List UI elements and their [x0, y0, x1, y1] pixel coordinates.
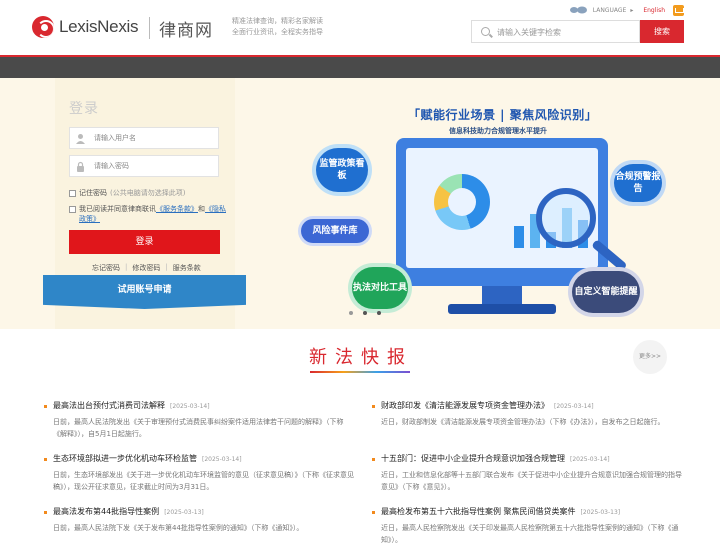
news-item-date: [2025-03-14] — [202, 456, 242, 463]
news-item[interactable]: 最高法发布第44批指导性案例 [2025-03-13] 日前，最高人民法院下发《关… — [44, 506, 354, 534]
language-arrow-icon: ▸ — [630, 7, 634, 14]
news-item-summary: 日前，生态环境部发出《关于进一步优化机动车环境监管的意见（征求意见稿）》（下称《… — [53, 471, 354, 491]
carousel-dots — [349, 311, 381, 315]
link-separator: | — [125, 263, 128, 271]
monitor-base — [448, 304, 556, 314]
logo-divider — [149, 17, 150, 39]
change-password-link[interactable]: 修改密码 — [132, 263, 160, 273]
bubble-compliance-report: 合规预警报告 — [614, 164, 662, 202]
news-header: 新法快报 更多>> — [0, 329, 720, 389]
news-item[interactable]: 最高检发布第五十六批指导性案例 聚焦民间借贷类案件 [2025-03-13] 近日… — [372, 506, 682, 546]
news-item-title-row: 生态环境部拟进一步优化机动车环检监管 [2025-03-14] — [44, 453, 354, 466]
news-item[interactable]: 最高法出台预付式消费司法解释 [2025-03-14] 日前，最高人民法院发出《关… — [44, 400, 354, 440]
news-item-title-row: 最高法发布第44批指导性案例 [2025-03-13] — [44, 506, 354, 519]
carousel-dot[interactable] — [377, 311, 381, 315]
news-item-date: [2025-03-14] — [570, 456, 610, 463]
terms-link[interactable]: 《服务条款》 — [156, 205, 198, 213]
username-input[interactable] — [94, 131, 214, 145]
bubble-enforcement-compare: 执法对比工具 — [352, 267, 408, 309]
news-item-title-row: 十五部门：促进中小企业提升合规意识加强合规管理 [2025-03-14] — [372, 453, 682, 466]
news-item-summary: 近日，财政部制发《清洁能源发展专项资金管理办法》（下称《办法》），自发布之日起施… — [381, 418, 665, 426]
lock-icon — [77, 161, 84, 172]
brand-cn[interactable]: 律商网 — [159, 16, 213, 41]
remember-label: 记住密码 — [79, 189, 107, 197]
agree-checkbox[interactable] — [69, 206, 76, 213]
search-button[interactable]: 搜索 — [640, 20, 684, 43]
slogan-line-1: 精准法律查询，精彩名家解读 — [232, 17, 323, 25]
slogan: 精准法律查询，精彩名家解读 全面行业资讯，全程实务指导 — [232, 16, 323, 38]
news-item-summary: 日前，最高人民法院发出《关于审理预付式消费民事纠纷案件适用法律若干问题的解释》（… — [53, 418, 344, 438]
news-item-title[interactable]: 最高法发布第44批指导性案例 — [53, 507, 159, 516]
news-item-summary: 近日，最高人民检察院发出《关于印发最高人民检察院第五十六批指导性案例的通知》（下… — [381, 524, 679, 544]
search-input[interactable] — [497, 24, 637, 40]
news-section-title: 新法快报 — [309, 347, 413, 368]
brand-name[interactable]: LexisNexis — [59, 17, 139, 37]
user-icon — [76, 134, 85, 144]
news-item-title[interactable]: 财政部印发《清洁能源发展专项资金管理办法》 — [381, 401, 549, 410]
news-item-title-row: 财政部印发《清洁能源发展专项资金管理办法》 [2025-03-14] — [372, 400, 682, 413]
language-english-link[interactable]: English — [643, 7, 665, 14]
search-box — [471, 20, 640, 43]
news-item-title-row: 最高法出台预付式消费司法解释 [2025-03-14] — [44, 400, 354, 413]
main-nav-bar — [0, 55, 720, 78]
news-title-underline — [310, 371, 410, 373]
banner-subtitle: 信息科技助力合规管理水平提升 — [449, 127, 547, 135]
service-terms-link[interactable]: 服务条款 — [173, 263, 201, 273]
news-item-date: [2025-03-14] — [554, 403, 594, 410]
news-item-date: [2025-03-13] — [580, 509, 621, 516]
carousel-dot[interactable] — [363, 311, 367, 315]
language-label: LANGUAGE — [592, 7, 627, 14]
news-item-title[interactable]: 生态环境部拟进一步优化机动车环检监管 — [53, 454, 197, 463]
password-field — [69, 155, 219, 177]
agree-row: 我已阅读并同意律商联讯《服务条款》和《隐私政策》 — [69, 204, 229, 224]
news-item-summary: 日前，最高人民法院下发《关于发布第44批指导性案例的通知》（下称《通知》）。 — [53, 524, 304, 532]
news-item-date: [2025-03-14] — [170, 403, 210, 410]
bubble-custom-alert: 自定义智能提醒 — [572, 271, 640, 313]
login-links: 忘记密码 | 修改密码 | 服务条款 — [92, 263, 201, 273]
lexisnexis-logo-icon[interactable] — [32, 16, 54, 38]
forgot-password-link[interactable]: 忘记密码 — [92, 263, 120, 273]
news-item-title[interactable]: 最高法出台预付式消费司法解释 — [53, 401, 165, 410]
carousel-dot[interactable] — [349, 311, 353, 315]
news-item-title[interactable]: 最高检发布第五十六批指导性案例 聚焦民间借贷类案件 — [381, 507, 576, 516]
top-links: LANGUAGE ▸ English — [569, 5, 684, 16]
agree-and: 和 — [198, 205, 205, 213]
news-item-title[interactable]: 十五部门：促进中小企业提升合规意识加强合规管理 — [381, 454, 565, 463]
news-item[interactable]: 生态环境部拟进一步优化机动车环检监管 [2025-03-14] 日前，生态环境部发… — [44, 453, 354, 493]
remember-row: 记住密码 (公共电脑请勿选择此项) — [69, 188, 229, 198]
bubble-regulatory-dashboard: 监管政策看板 — [316, 148, 368, 192]
link-separator: | — [165, 263, 168, 271]
banner-title: 「赋能行业场景 | 聚焦风险识别」 — [408, 108, 598, 122]
bubble-risk-events: 风险事件库 — [301, 219, 369, 243]
magnifier-icon — [536, 188, 596, 248]
more-button[interactable]: 更多>> — [633, 340, 667, 374]
remember-checkbox[interactable] — [69, 190, 76, 197]
news-item[interactable]: 财政部印发《清洁能源发展专项资金管理办法》 [2025-03-14] 近日，财政部… — [372, 400, 682, 428]
news-item-summary: 近日，工业和信息化部等十五部门联合发布《关于促进中小企业提升合规意识加强合规管理… — [381, 471, 682, 491]
login-button[interactable]: 登录 — [69, 230, 220, 254]
password-input[interactable] — [94, 159, 214, 173]
site-header: LexisNexis 律商网 精准法律查询，精彩名家解读 全面行业资讯，全程实务… — [0, 0, 720, 55]
remember-hint: (公共电脑请勿选择此项) — [110, 189, 186, 197]
cart-icon[interactable] — [673, 5, 684, 16]
search-icon — [481, 27, 490, 36]
news-item-title-row: 最高检发布第五十六批指导性案例 聚焦民间借贷类案件 [2025-03-13] — [372, 506, 682, 519]
donut-chart-icon — [434, 174, 490, 230]
agree-text: 我已阅读并同意律商联讯《服务条款》和《隐私政策》 — [79, 204, 229, 224]
news-item[interactable]: 十五部门：促进中小企业提升合规意识加强合规管理 [2025-03-14] 近日，工… — [372, 453, 682, 493]
login-title: 登录 — [69, 101, 99, 117]
news-item-date: [2025-03-13] — [164, 509, 204, 516]
slogan-line-2: 全面行业资讯，全程实务指导 — [232, 28, 323, 36]
trial-account-button[interactable]: 试用账号申请 — [43, 275, 246, 309]
username-field — [69, 127, 219, 149]
world-map-icon — [569, 6, 587, 14]
agree-prefix: 我已阅读并同意律商联讯 — [79, 205, 156, 213]
